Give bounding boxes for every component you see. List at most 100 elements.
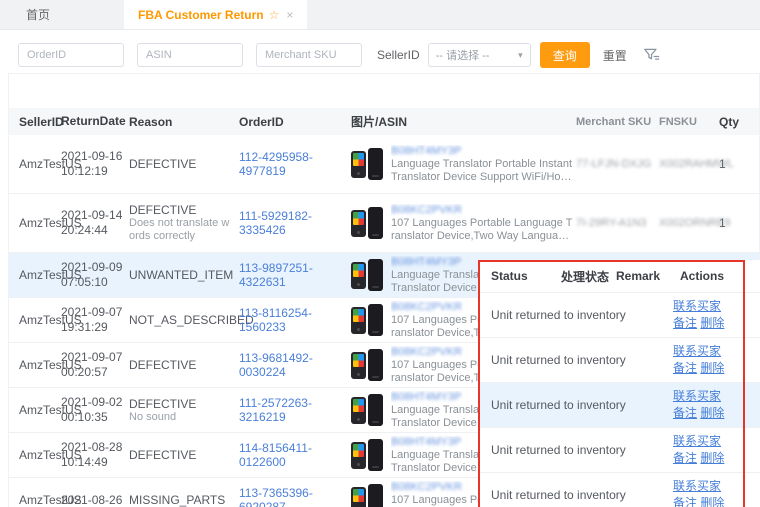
seller-id-cell: AmzTestUS: [9, 493, 61, 507]
panel-row: Unit returned to inventory 联系买家 备注 删除: [478, 337, 760, 382]
translator-device-screen-image: [351, 352, 366, 379]
return-date: 2021-08-28: [61, 440, 129, 455]
seller-id-select[interactable]: -- 请选择 -- ▾: [428, 43, 531, 67]
contact-buyer-link[interactable]: 联系买家: [673, 389, 721, 403]
order-id-link[interactable]: 113-8116254-1560233: [239, 306, 312, 334]
col-header-qty: Qty: [719, 115, 743, 129]
return-time: 10:14:49: [61, 455, 129, 470]
contact-buyer-link[interactable]: 联系买家: [673, 299, 721, 313]
delete-link[interactable]: 删除: [700, 451, 724, 465]
contact-buyer-link[interactable]: 联系买家: [673, 344, 721, 358]
translator-device-screen-image: [351, 151, 366, 178]
remark-link[interactable]: 备注: [673, 451, 697, 465]
pic-asin-cell: B08KC2PVKR 107 Languages Portable Langua…: [351, 204, 576, 243]
merchant-sku-cell: 7I-29RY-A1N3: [576, 217, 659, 229]
seller-id-label: SellerID: [377, 48, 420, 62]
return-time: 19:31:29: [61, 320, 129, 335]
delete-link[interactable]: 删除: [700, 406, 724, 420]
actions-cell: 联系买家 备注 删除: [673, 478, 760, 507]
product-thumbnail: [351, 259, 385, 291]
order-id-cell: 112-4295958-4977819: [239, 150, 351, 178]
table-row[interactable]: AmzTestUS 2021-09-16 10:12:19 DEFECTIVE …: [9, 135, 759, 194]
panel-header-row: Status 处理状态 Remark Actions: [478, 260, 760, 292]
return-date: 2021-08-26: [61, 493, 129, 507]
status-cell: Unit returned to inventory: [478, 397, 673, 413]
remark-link[interactable]: 备注: [673, 361, 697, 375]
return-time: 20:24:44: [61, 223, 129, 238]
panel-row: Unit returned to inventory 联系买家 备注 删除: [478, 427, 760, 472]
order-id-link[interactable]: 114-8156411-0122600: [239, 441, 312, 469]
filter-funnel-icon[interactable]: [642, 46, 661, 64]
return-date-cell: 2021-09-02 00:10:35: [61, 395, 129, 425]
pic-asin-cell: B08HT4MY3P Language Translator Portable …: [351, 145, 576, 184]
reason-cell: DEFECTIVE Does not translate words corre…: [129, 203, 239, 243]
reason-code: UNWANTED_ITEM: [129, 268, 231, 282]
return-date-cell: 2021-09-14 20:24:44: [61, 208, 129, 238]
reset-button[interactable]: 重置: [603, 47, 627, 64]
order-id-cell: 113-8116254-1560233: [239, 306, 351, 334]
order-id-link[interactable]: 113-9681492-0030224: [239, 351, 313, 379]
product-description: Language Translator Portable Instant Tra…: [391, 158, 573, 184]
status-cell: Unit returned to inventory: [478, 352, 673, 368]
tab-fba-customer-return[interactable]: FBA Customer Return ☆ ×: [124, 0, 307, 29]
favorite-star-icon[interactable]: ☆: [269, 8, 280, 22]
translator-device-screen-image: [351, 487, 366, 507]
asin-link[interactable]: B08HT4MY3P: [391, 145, 573, 158]
seller-id-cell: AmzTestUS: [9, 403, 61, 417]
reason-cell: MISSING_PARTS: [129, 493, 239, 507]
col-header-actions: Actions: [680, 269, 760, 283]
remark-link[interactable]: 备注: [673, 316, 697, 330]
panel-row: Unit returned to inventory 联系买家 备注 删除: [478, 382, 760, 427]
reason-code: MISSING_PARTS: [129, 493, 231, 507]
order-id-cell: 114-8156411-0122600: [239, 441, 351, 469]
seller-id-selected-value: -- 请选择 --: [436, 47, 490, 63]
order-id-link[interactable]: 111-5929182-3335426: [239, 209, 312, 237]
tab-home[interactable]: 首页: [10, 0, 66, 29]
actions-cell: 联系买家 备注 删除: [673, 343, 760, 377]
contact-buyer-link[interactable]: 联系买家: [673, 434, 721, 448]
delete-link[interactable]: 删除: [700, 316, 724, 330]
reason-cell: DEFECTIVE: [129, 358, 239, 372]
table-header-row: SellerID ReturnDate Reason OrderID 图片/AS…: [9, 108, 759, 135]
translator-device-image: [368, 349, 383, 381]
filter-bar: SellerID -- 请选择 -- ▾ 查询 重置: [0, 30, 760, 70]
return-time: 07:05:10: [61, 275, 129, 290]
order-id-link[interactable]: 112-4295958-4977819: [239, 150, 313, 178]
asin-link[interactable]: B08KC2PVKR: [391, 204, 573, 217]
query-button[interactable]: 查询: [540, 42, 590, 68]
merchant-sku-input[interactable]: [256, 43, 362, 67]
delete-link[interactable]: 删除: [700, 496, 724, 507]
actions-cell: 联系买家 备注 删除: [673, 433, 760, 467]
close-tab-icon[interactable]: ×: [286, 8, 293, 22]
panel-row: Unit returned to inventory 联系买家 备注 删除: [478, 292, 760, 337]
asin-input[interactable]: [137, 43, 243, 67]
seller-id-cell: AmzTestUS: [9, 268, 61, 282]
tab-home-label: 首页: [26, 6, 50, 23]
translator-device-image: [368, 439, 383, 471]
reason-code: DEFECTIVE: [129, 157, 231, 171]
col-header-merchant-sku: Merchant SKU: [576, 116, 659, 128]
contact-buyer-link[interactable]: 联系买家: [673, 479, 721, 493]
remark-link[interactable]: 备注: [673, 496, 697, 507]
reason-cell: NOT_AS_DESCRIBED: [129, 313, 239, 327]
translator-device-image: [368, 207, 383, 239]
order-id-cell: 113-7365396-6920287: [239, 486, 351, 507]
remark-link[interactable]: 备注: [673, 406, 697, 420]
return-date: 2021-09-07: [61, 350, 129, 365]
product-thumbnail: [351, 349, 385, 381]
fixed-right-columns-panel: Status 处理状态 Remark Actions Unit returned…: [478, 260, 760, 507]
return-date: 2021-09-07: [61, 305, 129, 320]
order-id-link[interactable]: 113-7365396-6920287: [239, 486, 313, 507]
reason-detail: No sound: [129, 411, 231, 424]
order-id-link[interactable]: 113-9897251-4322631: [239, 261, 313, 289]
table-row[interactable]: AmzTestUS 2021-09-14 20:24:44 DEFECTIVE …: [9, 194, 759, 253]
order-id-input[interactable]: [18, 43, 124, 67]
col-header-pic-asin: 图片/ASIN: [351, 113, 576, 130]
product-thumbnail: [351, 484, 385, 507]
return-date: 2021-09-02: [61, 395, 129, 410]
translator-device-screen-image: [351, 307, 366, 334]
product-thumbnail: [351, 304, 385, 336]
return-date-cell: 2021-09-07 00:20:57: [61, 350, 129, 380]
order-id-link[interactable]: 111-2572263-3216219: [239, 396, 312, 424]
delete-link[interactable]: 删除: [700, 361, 724, 375]
